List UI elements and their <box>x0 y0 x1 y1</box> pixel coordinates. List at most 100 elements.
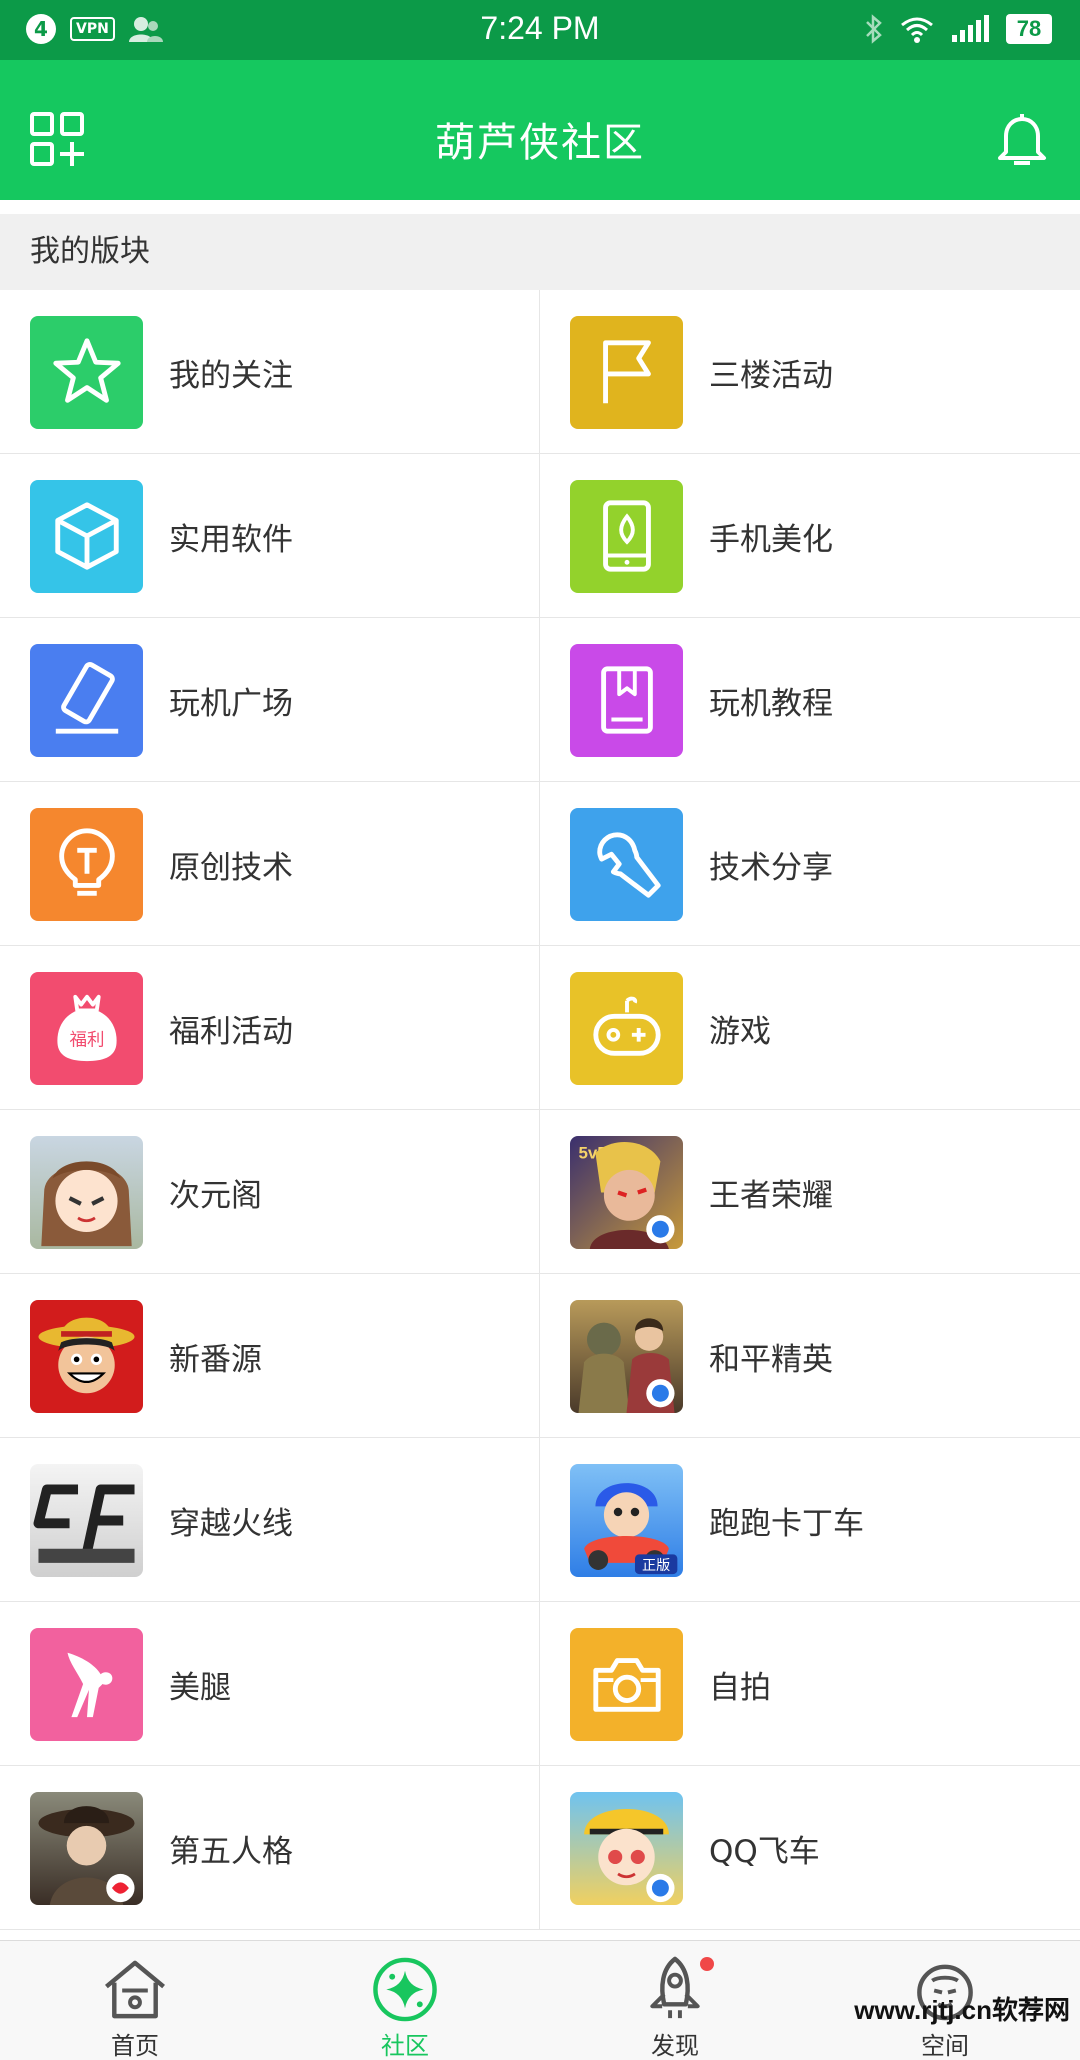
watermark: www.rjtj.cn软荐网 <box>854 1995 1070 2025</box>
board-label: 和平精英 <box>709 1341 833 1378</box>
board-label: 第五人格 <box>169 1833 293 1870</box>
board-item[interactable]: 玩机教程 <box>540 618 1080 782</box>
board-item[interactable]: 新番源 <box>0 1274 540 1438</box>
board-label: 游戏 <box>709 1013 771 1050</box>
qq-speed-avatar <box>584 1808 675 1902</box>
nav-discover[interactable]: 发现 <box>540 1941 810 2060</box>
kart-rider-avatar: 正版 <box>584 1482 678 1574</box>
nav-label: 首页 <box>111 2032 159 2060</box>
board-tile <box>570 807 683 921</box>
board-tile <box>570 643 683 757</box>
board-tile <box>30 479 143 593</box>
board-tile: 正版 <box>570 1463 683 1577</box>
boards-grid: 我的关注 三楼活动 实用软件 手机美化 玩机广场 玩机教程 原创技术 技术分享 … <box>0 290 1080 1930</box>
status-right: 78 <box>864 14 1052 44</box>
board-label: 次元阁 <box>169 1177 262 1214</box>
board-row: 玩机广场 玩机教程 <box>0 618 1080 782</box>
board-item[interactable]: 手机美化 <box>540 454 1080 618</box>
board-row: 第五人格 QQ飞车 <box>0 1766 1080 1930</box>
money-bag-icon: 福利 <box>56 994 117 1062</box>
star-icon <box>52 338 121 403</box>
anime-girl-avatar <box>41 1160 132 1246</box>
board-tile <box>30 1299 143 1413</box>
cube-icon <box>54 502 119 570</box>
board-item[interactable]: 美腿 <box>0 1602 540 1766</box>
board-label: 实用软件 <box>169 521 293 558</box>
board-row: 美腿 自拍 <box>0 1602 1080 1766</box>
app-header: 葫芦侠社区 <box>0 60 1080 200</box>
board-item[interactable]: QQ飞车 <box>540 1766 1080 1930</box>
crossfire-logo <box>33 1483 135 1563</box>
board-item[interactable]: 我的关注 <box>0 290 540 454</box>
flag-icon <box>602 340 651 404</box>
board-item[interactable]: 正版 跑跑卡丁车 <box>540 1438 1080 1602</box>
notification-dot <box>700 1957 714 1971</box>
phone-leaf-icon <box>602 500 651 572</box>
nav-home[interactable]: 首页 <box>0 1941 270 2060</box>
wifi-icon <box>901 17 933 43</box>
board-label: 三楼活动 <box>709 357 833 394</box>
board-label: 手机美化 <box>709 521 833 558</box>
board-row: 次元阁 5v5 王者荣耀 <box>0 1110 1080 1274</box>
board-item[interactable]: 自拍 <box>540 1602 1080 1766</box>
board-item[interactable]: 三楼活动 <box>540 290 1080 454</box>
board-label: 新番源 <box>169 1341 262 1378</box>
status-bar: 4 VPN 7:24 PM 78 <box>0 0 1080 60</box>
board-row: 实用软件 手机美化 <box>0 454 1080 618</box>
board-item[interactable]: 和平精英 <box>540 1274 1080 1438</box>
signal-icon <box>952 15 989 42</box>
community-sparkle-icon <box>373 1957 437 2022</box>
page-title: 葫芦侠社区 <box>435 120 645 166</box>
board-item[interactable]: 玩机广场 <box>0 618 540 782</box>
nav-community[interactable]: 社区 <box>270 1941 540 2060</box>
board-tile <box>570 479 683 593</box>
board-tile <box>30 1791 143 1905</box>
nav-label: 发现 <box>651 2032 699 2060</box>
bell-icon[interactable] <box>992 110 1052 170</box>
gamepad-icon <box>592 996 661 1056</box>
board-label: 技术分享 <box>709 849 833 886</box>
phone-pen-icon <box>55 662 118 734</box>
board-label: 福利活动 <box>169 1013 293 1050</box>
one-piece-luffy-avatar <box>38 1317 135 1393</box>
board-label: 自拍 <box>709 1669 771 1706</box>
board-tile <box>570 315 683 429</box>
home-icon <box>105 1960 165 2019</box>
camera-icon <box>592 1658 661 1712</box>
board-label: 玩机广场 <box>169 685 293 722</box>
board-row: 穿越火线 正版 跑跑卡丁车 <box>0 1438 1080 1602</box>
board-label: 原创技术 <box>169 849 293 886</box>
board-label: 我的关注 <box>169 357 293 394</box>
board-label: 穿越火线 <box>169 1505 293 1542</box>
board-label: 美腿 <box>169 1669 231 1706</box>
board-item[interactable]: 实用软件 <box>0 454 540 618</box>
board-tile <box>30 1135 143 1249</box>
svg-text:福利: 福利 <box>69 1031 104 1051</box>
board-item[interactable]: 福利 福利活动 <box>0 946 540 1110</box>
board-tile <box>30 1627 143 1741</box>
board-tile <box>570 1299 683 1413</box>
board-tile <box>570 1791 683 1905</box>
board-label: QQ飞车 <box>709 1833 820 1870</box>
board-item[interactable]: 穿越火线 <box>0 1438 540 1602</box>
board-item[interactable]: 技术分享 <box>540 782 1080 946</box>
bluetooth-icon <box>866 14 882 44</box>
battery-level: 78 <box>1006 14 1052 44</box>
board-row: 原创技术 技术分享 <box>0 782 1080 946</box>
board-tile <box>30 315 143 429</box>
honor-of-kings-avatar: 5v5 <box>578 1141 675 1249</box>
screen: 4 VPN 7:24 PM 78 葫芦侠社区 我的版块 我的关注 三楼活动 实用… <box>0 0 1080 2060</box>
board-tile: 福利 <box>30 971 143 1085</box>
identity-v-avatar <box>38 1805 135 1905</box>
book-icon <box>600 666 653 734</box>
board-item[interactable]: 原创技术 <box>0 782 540 946</box>
board-item[interactable]: 5v5 王者荣耀 <box>540 1110 1080 1274</box>
board-label: 跑跑卡丁车 <box>709 1505 864 1542</box>
board-item[interactable]: 第五人格 <box>0 1766 540 1930</box>
section-header-my-boards: 我的版块 <box>0 214 1080 290</box>
board-row: 我的关注 三楼活动 <box>0 290 1080 454</box>
svg-text:正版: 正版 <box>642 1557 670 1573</box>
nav-label: 空间 <box>921 2032 969 2060</box>
board-item[interactable]: 次元阁 <box>0 1110 540 1274</box>
board-item[interactable]: 游戏 <box>540 946 1080 1110</box>
